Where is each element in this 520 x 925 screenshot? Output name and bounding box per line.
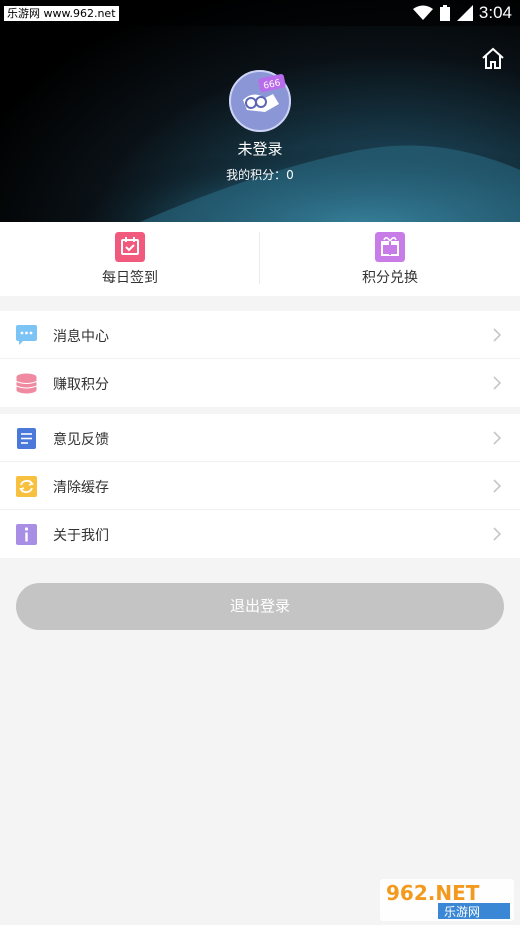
wifi-icon [412,5,433,20]
watermark-logo: 962.NET 乐游网 [380,879,514,921]
menu-item-feedback[interactable]: 意见反馈 [0,414,520,462]
points-label: 我的积分：0 [226,168,294,182]
gift-icon [375,232,405,262]
daily-checkin-button[interactable]: 每日签到 [0,222,260,296]
status-bar: 乐游网 www.962.net 3:04 [0,0,520,26]
status-icons: 3:04 [412,3,512,23]
menu-item-clear-cache[interactable]: 清除缓存 [0,462,520,510]
chevron-right-icon [493,431,502,445]
avatar[interactable]: 666 [229,70,291,132]
daily-checkin-label: 每日签到 [102,270,158,286]
menu-item-about[interactable]: 关于我们 [0,510,520,558]
chevron-right-icon [493,328,502,342]
logout-button[interactable]: 退出登录 [16,583,504,630]
battery-icon [439,5,450,21]
document-icon [17,428,36,449]
chevron-right-icon [493,479,502,493]
menu-item-earn-points[interactable]: 赚取积分 [0,359,520,407]
points-exchange-label: 积分兑换 [362,270,418,286]
watermark-bottom-text: 乐游网 [444,905,480,919]
refresh-icon [16,476,37,497]
chevron-right-icon [493,527,502,541]
avatar-illustration: 666 [229,70,291,132]
menu-label-about: 关于我们 [53,528,109,544]
signal-icon [456,5,473,21]
watermark-top-text: 962.NET [386,881,480,905]
menu-group-2: 意见反馈 清除缓存 关于我们 [0,414,520,558]
menu-group-1: 消息中心 赚取积分 [0,311,520,407]
status-time: 3:04 [478,3,512,22]
menu-label-messages: 消息中心 [53,329,109,345]
info-icon [16,524,37,545]
chat-icon [16,325,37,345]
profile-header: 666 未登录 我的积分：0 [0,0,520,222]
menu-label-feedback: 意见反馈 [53,432,109,448]
home-icon[interactable] [480,46,506,72]
watermark-label: 乐游网 www.962.net [4,6,119,21]
points-exchange-button[interactable]: 积分兑换 [260,222,520,296]
username[interactable]: 未登录 [0,138,520,159]
menu-label-earn-points: 赚取积分 [53,377,109,393]
quick-actions: 每日签到 积分兑换 [0,222,520,296]
quick-divider [259,232,260,284]
chevron-right-icon [493,376,502,390]
menu-item-messages[interactable]: 消息中心 [0,311,520,359]
menu-label-clear-cache: 清除缓存 [53,480,109,496]
coins-icon [16,373,37,394]
calendar-check-icon [115,232,145,262]
